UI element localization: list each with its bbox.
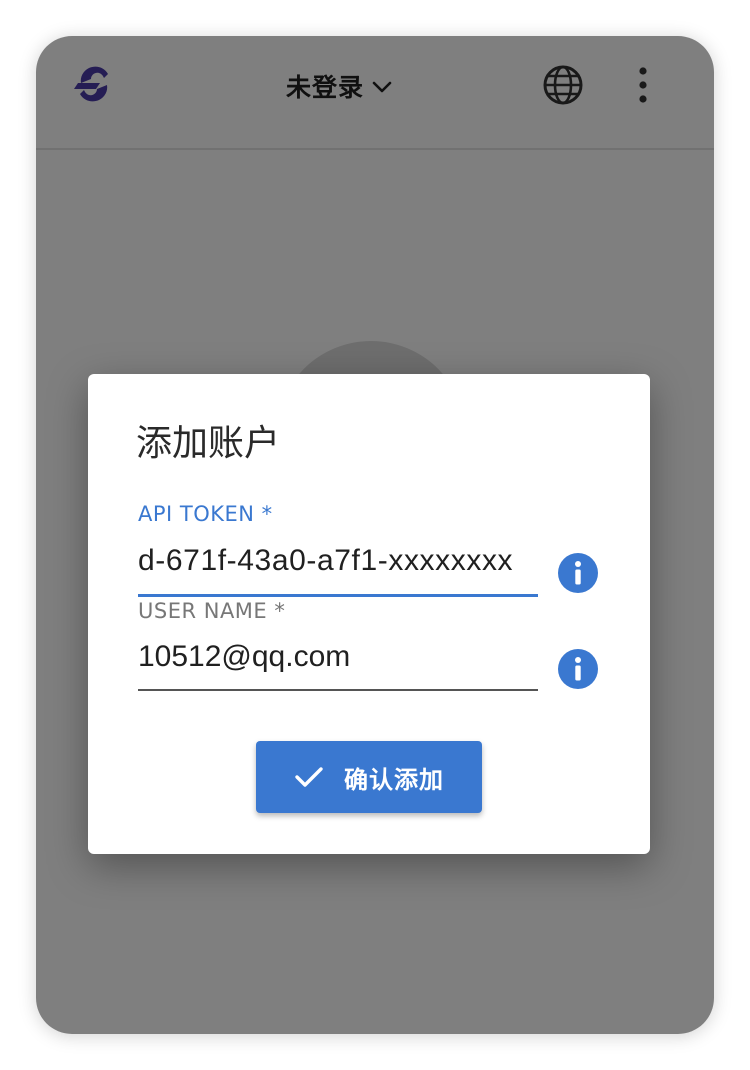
- user-name-underline: [138, 689, 538, 691]
- dialog-title: 添加账户: [136, 423, 281, 464]
- api-token-label: API TOKEN *: [138, 502, 273, 526]
- confirm-add-label: 确认添加: [344, 765, 444, 794]
- info-icon[interactable]: [557, 648, 599, 690]
- extension-popup: 未登录 添加账户 API TOKEN * USER NA: [36, 36, 714, 1034]
- check-icon: [295, 767, 323, 787]
- api-token-underline: [138, 594, 538, 597]
- user-name-input[interactable]: [138, 632, 538, 682]
- add-account-dialog: 添加账户 API TOKEN * USER NAME * 确认添加: [88, 374, 650, 854]
- info-icon[interactable]: [557, 552, 599, 594]
- api-token-input[interactable]: [138, 536, 538, 586]
- user-name-label: USER NAME *: [138, 599, 286, 623]
- confirm-add-button[interactable]: 确认添加: [256, 741, 482, 813]
